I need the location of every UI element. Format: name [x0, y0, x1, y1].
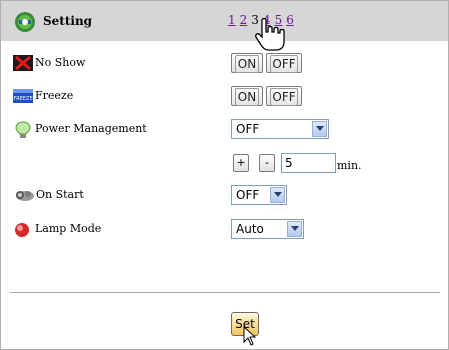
- increment-button[interactable]: +: [233, 154, 249, 172]
- page-link-1[interactable]: 1: [228, 13, 236, 27]
- row-lamp-mode: Lamp Mode Auto: [0, 217, 449, 241]
- row-no-show: No Show ON OFF: [0, 51, 449, 75]
- freeze-icon: FREEZE: [13, 88, 33, 104]
- row-freeze: FREEZE Freeze ON OFF: [0, 84, 449, 108]
- freeze-off-button[interactable]: OFF: [266, 86, 302, 106]
- freeze-label: Freeze: [35, 89, 74, 102]
- hand-cursor-icon: [254, 17, 288, 52]
- freeze-on-button[interactable]: ON: [231, 86, 263, 106]
- lamp-mode-select[interactable]: Auto: [231, 219, 304, 239]
- svg-text:FREEZE: FREEZE: [13, 96, 32, 102]
- lamp-mode-label: Lamp Mode: [35, 222, 102, 235]
- chevron-down-icon: [287, 221, 302, 237]
- gear-settings-icon: [14, 11, 36, 33]
- no-show-label: No Show: [35, 56, 86, 69]
- row-on-start: On Start OFF: [0, 183, 449, 207]
- no-show-icon: [13, 55, 33, 71]
- decrement-button[interactable]: -: [259, 154, 275, 172]
- lightbulb-icon: [13, 121, 33, 138]
- power-management-select[interactable]: OFF: [231, 119, 329, 139]
- projector-icon: [13, 187, 34, 203]
- chevron-down-icon: [312, 121, 327, 137]
- on-start-select[interactable]: OFF: [231, 185, 287, 205]
- minutes-unit: min.: [337, 159, 362, 172]
- power-management-label: Power Management: [35, 122, 147, 135]
- chevron-down-icon: [270, 187, 285, 203]
- minutes-input[interactable]: 5: [281, 153, 336, 173]
- settings-header: Setting 123456: [1, 1, 448, 41]
- no-show-on-button[interactable]: ON: [231, 53, 263, 73]
- no-show-off-button[interactable]: OFF: [266, 53, 302, 73]
- page-title: Setting: [43, 14, 93, 28]
- arrow-cursor-icon: [243, 325, 257, 349]
- on-start-label: On Start: [36, 188, 84, 201]
- lamp-icon: [13, 221, 33, 237]
- divider: [10, 292, 440, 293]
- row-power-management: Power Management OFF: [0, 117, 449, 141]
- page-link-2[interactable]: 2: [240, 13, 248, 27]
